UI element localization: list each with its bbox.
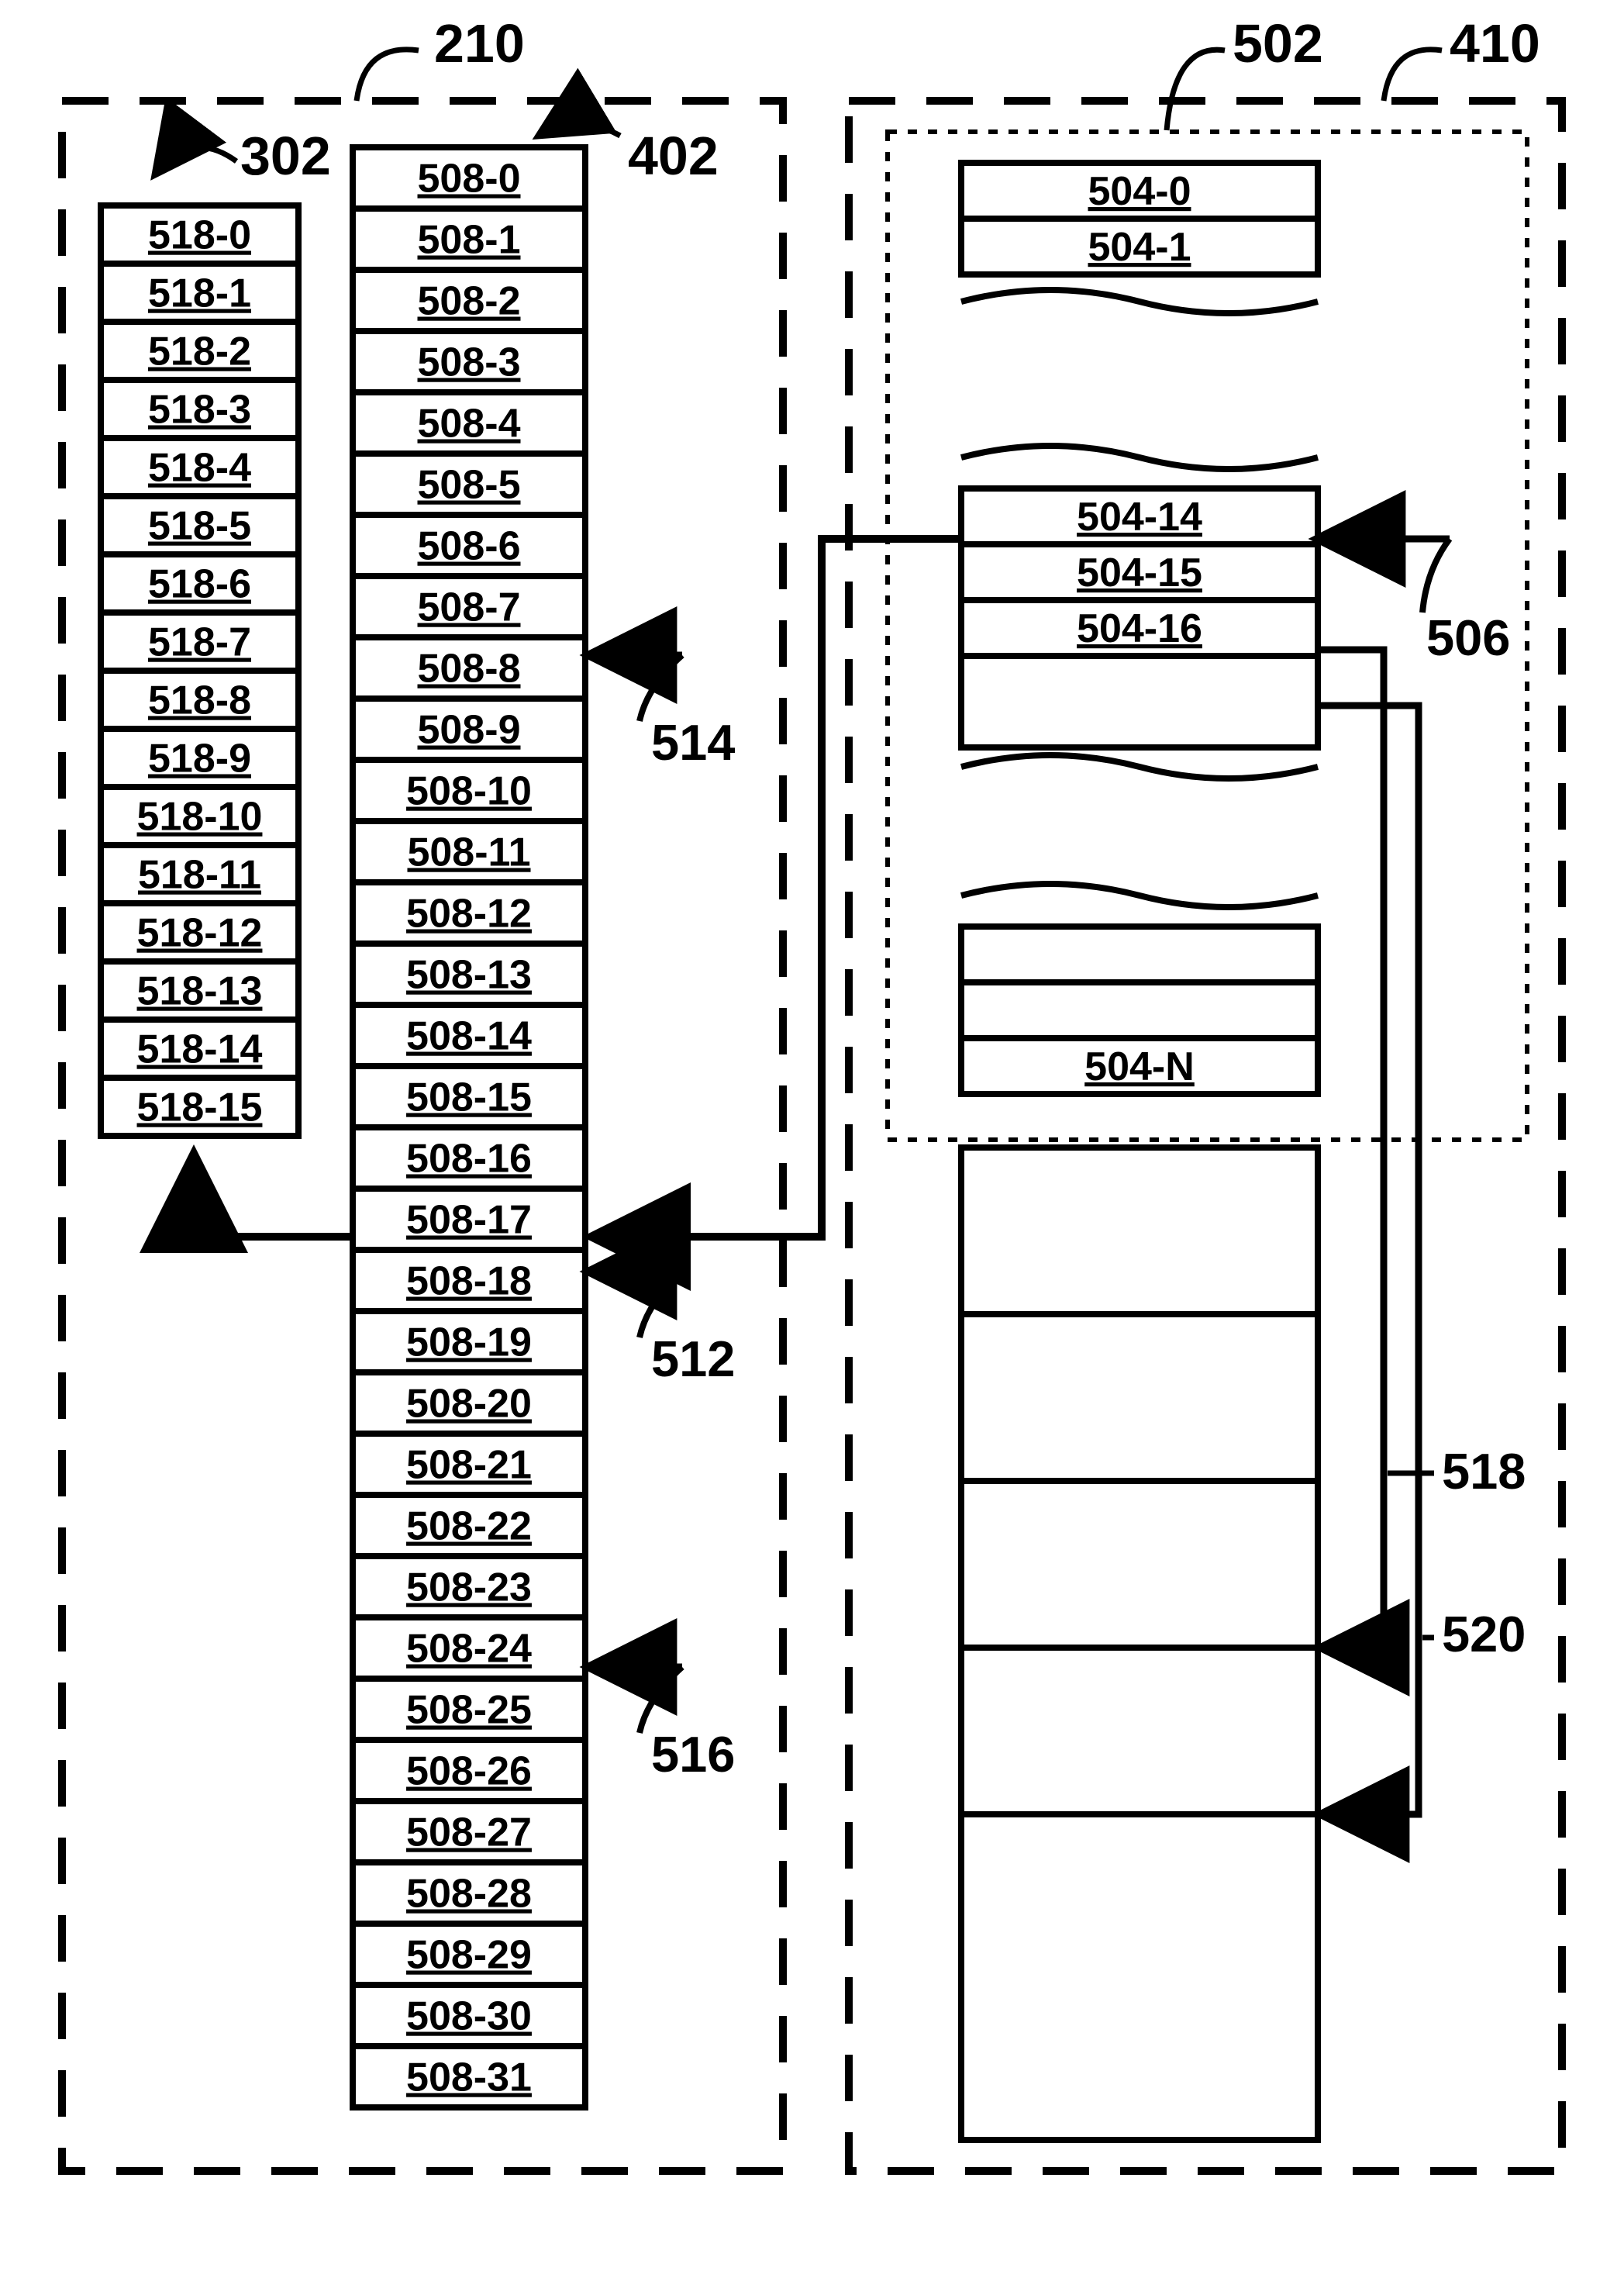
cell [961,927,1318,982]
column-504: 504-0 504-1 504-14 504-15 504-16 504-N [961,163,1318,1094]
cell-label: 508-6 [418,524,521,569]
cell-label: 518-1 [148,271,251,316]
wavy [961,755,1318,778]
arrow-518 [1318,650,1384,1648]
leader-502 [1167,50,1225,130]
cell-label: 508-24 [406,1627,532,1672]
leader-402 [539,124,620,136]
cell-label: 508-20 [406,1382,532,1427]
cell-label: 504-16 [1077,606,1202,651]
leader-410 [1384,50,1442,101]
cell-label: 508-4 [418,402,521,447]
ref-514-hook [640,655,682,721]
cell-label: 508-14 [406,1014,532,1059]
cell-label: 508-10 [406,769,532,814]
cell-label: 508-1 [418,218,521,263]
label-410: 410 [1450,13,1540,74]
cell-label: 508-27 [406,1810,532,1855]
cell-label: 508-16 [406,1137,532,1182]
label-506: 506 [1426,609,1510,666]
wavy [961,884,1318,907]
cell-label: 518-9 [148,737,251,782]
cell-label: 518-13 [137,969,263,1014]
wavy [961,290,1318,313]
cell-label: 508-0 [418,157,521,202]
cell-label: 508-21 [406,1443,532,1488]
column-518: 518-0 518-1 518-2 518-3 518-4 518-5 518-6 518-7… [101,205,298,1136]
ref-512-hook [640,1272,682,1337]
cell-label: 504-1 [1088,225,1191,270]
cell-label: 508-22 [406,1504,532,1549]
label-402: 402 [628,126,719,186]
label-514: 514 [651,714,735,771]
label-518r: 518 [1442,1443,1526,1500]
cell-label: 508-29 [406,1933,532,1978]
cell-label: 508-23 [406,1565,532,1610]
ref-516-hook [640,1667,682,1733]
cell-label: 508-13 [406,953,532,998]
cell-label: 508-2 [418,279,521,324]
cell-label: 508-25 [406,1688,532,1733]
cell-label: 508-15 [406,1075,532,1120]
label-520: 520 [1442,1606,1526,1662]
cell-label: 508-5 [418,463,521,508]
cell-label: 518-4 [148,446,251,491]
cell-label: 508-9 [418,708,521,753]
cell-label: 518-14 [137,1027,263,1072]
large-column [961,1148,1318,2140]
cell-label: 508-11 [407,830,530,875]
wavy [961,446,1318,469]
label-516: 516 [651,1726,735,1783]
cell-label: 508-28 [406,1872,532,1917]
cell-label: 508-30 [406,1994,532,2039]
cell-label: 508-17 [406,1198,532,1243]
cell-label: 518-10 [137,795,263,840]
diagram-canvas: 210 518-0518-1518-2518-3518-4518-5518-65… [0,0,1624,2271]
cell-label: 518-15 [137,1085,263,1130]
cell-label: 508-12 [406,892,532,937]
cell-label: 518-7 [148,620,251,665]
cell [961,982,1318,1038]
label-210: 210 [434,13,525,74]
label-302: 302 [240,126,331,186]
cell-label: 518-11 [138,853,261,898]
cell-label: 504-N [1084,1044,1195,1089]
cell-label: 508-26 [406,1749,532,1794]
cell-label: 504-15 [1077,550,1202,595]
cell-label: 518-5 [148,504,251,549]
cell [961,656,1318,747]
cell-label: 518-8 [148,678,251,723]
cell-label: 508-8 [418,647,521,692]
label-502: 502 [1233,13,1323,74]
cell-label: 508-19 [406,1320,532,1365]
enclosure-410 [849,101,1562,2171]
cell-label: 508-18 [406,1259,532,1304]
leader-210 [357,50,419,101]
cell-label: 508-7 [418,585,521,630]
cell-label: 518-6 [148,562,251,607]
cell-label: 518-2 [148,330,251,374]
leader-302 [155,147,236,174]
column-508: 508-0 508-1 508-2 508-3 508-4 508-5 508-6 508-7… [353,147,585,2107]
ref-506-hook [1422,539,1450,613]
arrow-508-to-518 [194,1155,353,1237]
cell-label: 508-31 [406,2055,532,2100]
arrow-504-to-508 [593,539,961,1237]
cell-label: 504-14 [1077,495,1202,540]
cell-label: 518-0 [148,213,251,258]
cell-label: 518-12 [137,911,263,956]
cell-label: 508-3 [418,340,521,385]
cell-label: 504-0 [1088,169,1191,214]
cell-label: 518-3 [148,388,251,433]
label-512: 512 [651,1331,735,1387]
